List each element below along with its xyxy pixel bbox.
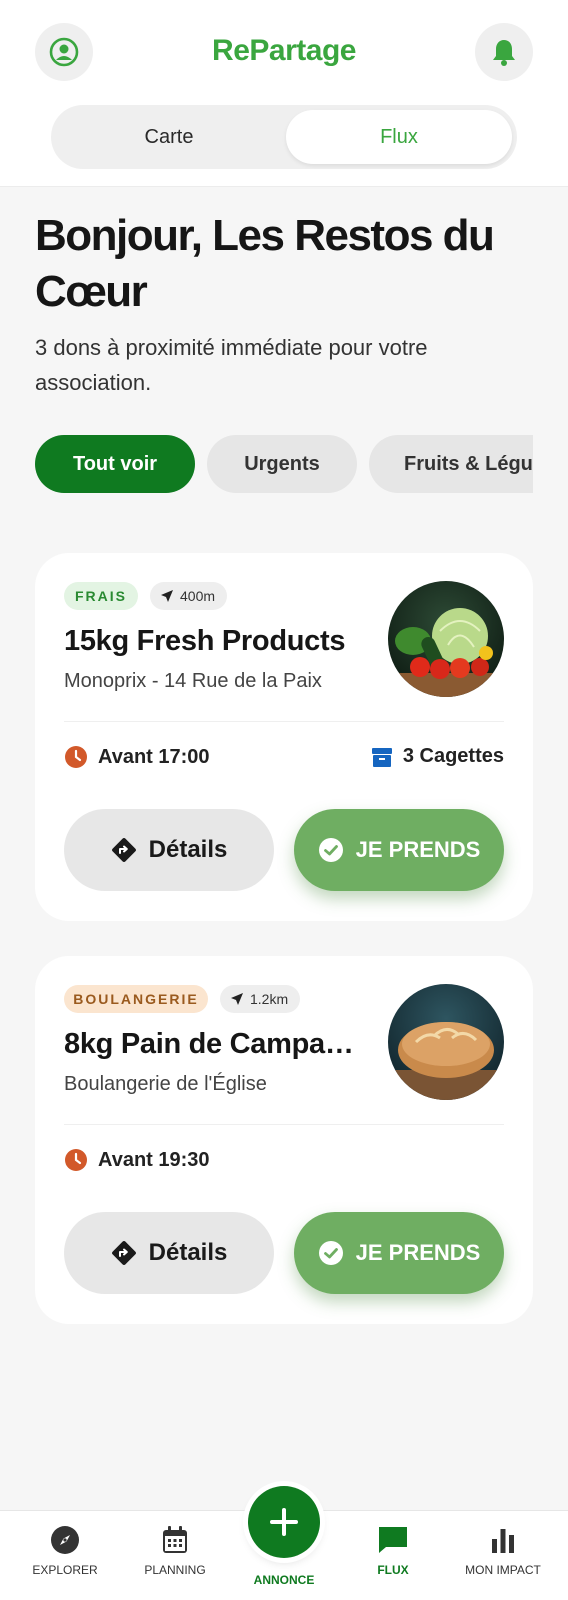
notifications-button[interactable]	[475, 23, 533, 81]
pickup-deadline: Avant 19:30	[64, 1148, 210, 1172]
pickup-deadline: Avant 17:00	[64, 745, 210, 769]
distance-badge: 400m	[150, 582, 228, 610]
nav-label: FLUX	[377, 1563, 409, 1577]
nav-planning[interactable]: PLANNING	[120, 1525, 230, 1577]
card-divider	[64, 1124, 504, 1125]
clock-icon	[65, 1149, 87, 1171]
vegetables-image	[388, 581, 504, 697]
compass-icon	[51, 1526, 79, 1554]
distance-label: 400m	[180, 588, 216, 604]
take-button[interactable]: JE PRENDS	[294, 809, 504, 891]
distance-badge: 1.2km	[220, 985, 301, 1013]
nav-explorer[interactable]: EXPLORER	[10, 1525, 120, 1577]
directions-icon	[111, 1241, 136, 1265]
details-button[interactable]: Détails	[64, 1212, 274, 1294]
take-button[interactable]: JE PRENDS	[294, 1212, 504, 1294]
plus-icon	[270, 1508, 298, 1536]
donation-title: 15kg Fresh Products	[64, 625, 346, 657]
nav-label: PLANNING	[144, 1563, 206, 1577]
donation-location: Monoprix - 14 Rue de la Paix	[64, 670, 322, 692]
donation-location: Boulangerie de l'Église	[64, 1073, 267, 1095]
quantity-info: 3 Cagettes	[371, 745, 504, 768]
greeting-title: Bonjour, Les Restos du Cœur	[35, 211, 495, 316]
tab-flux[interactable]: Flux	[286, 110, 512, 164]
top-header: RePartage Carte Flux	[0, 0, 568, 187]
calendar-icon	[163, 1526, 187, 1553]
greeting-subtitle: 3 dons à proximité immédiate pour votre …	[35, 335, 428, 395]
take-label: JE PRENDS	[355, 837, 481, 862]
clock-icon	[65, 746, 87, 768]
category-badge: FRAIS	[64, 582, 138, 610]
nav-label: ANNONCE	[253, 1573, 315, 1587]
new-listing-button[interactable]	[248, 1486, 320, 1558]
donation-card[interactable]: FRAIS 400m 15kg Fresh Products Monoprix …	[35, 553, 533, 921]
details-label: Détails	[148, 836, 228, 863]
bar-chart-icon	[492, 1529, 514, 1553]
bread-image	[388, 984, 504, 1100]
nav-mon-impact[interactable]: MON IMPACT	[448, 1525, 558, 1577]
check-circle-icon	[318, 1241, 343, 1265]
navigation-arrow-icon	[161, 590, 173, 602]
details-label: Détails	[148, 1239, 228, 1266]
nav-label: EXPLORER	[32, 1563, 98, 1577]
navigation-arrow-icon	[231, 993, 243, 1005]
filter-chip-urgent[interactable]: Urgents	[207, 435, 357, 493]
nav-label: MON IMPACT	[465, 1563, 541, 1577]
donation-title: 8kg Pain de Campagne	[64, 1028, 364, 1060]
view-toggle: Carte Flux	[51, 105, 517, 169]
details-button[interactable]: Détails	[64, 809, 274, 891]
directions-icon	[111, 838, 136, 862]
archive-box-icon	[371, 747, 392, 767]
deadline-label: Avant 17:00	[98, 745, 210, 768]
nav-annonce[interactable]: ANNONCE	[229, 1573, 339, 1587]
nav-flux[interactable]: FLUX	[338, 1525, 448, 1577]
take-label: JE PRENDS	[355, 1240, 481, 1265]
filter-chip-all[interactable]: Tout voir	[35, 435, 195, 493]
distance-label: 1.2km	[250, 991, 289, 1007]
deadline-label: Avant 19:30	[98, 1148, 210, 1171]
card-divider	[64, 721, 504, 722]
category-badge: BOULANGERIE	[64, 985, 208, 1013]
filter-chip-fruits-legumes[interactable]: Fruits & Légumes	[369, 435, 533, 493]
chat-icon	[379, 1527, 407, 1553]
tab-carte[interactable]: Carte	[56, 110, 282, 164]
bell-icon	[493, 40, 515, 66]
filter-chips: Tout voir Urgents Fruits & Légumes	[35, 435, 533, 493]
donation-card[interactable]: BOULANGERIE 1.2km 8kg Pain de Campagne B…	[35, 956, 533, 1324]
check-circle-icon	[318, 838, 343, 862]
quantity-label: 3 Cagettes	[402, 745, 504, 767]
